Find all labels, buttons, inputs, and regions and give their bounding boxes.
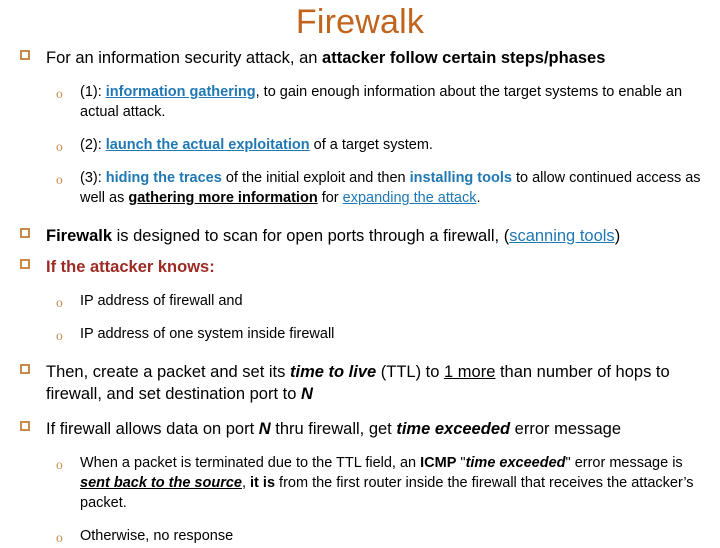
circle-bullet-icon: o (56, 328, 63, 343)
bullet-text: For an information security attack, an (46, 49, 323, 67)
sub-bullet-text: (3): (80, 170, 106, 186)
sub-bullet-text: for (317, 190, 343, 206)
sub-bullet-text: of the initial exploit and then (221, 170, 410, 186)
sub-bullet-text: IP address of firewall and (80, 293, 243, 309)
bullet-text: Then, create a packet and set its (46, 363, 290, 381)
square-bullet-icon (20, 228, 30, 238)
slide-body: For an information security attack, an a… (0, 47, 720, 548)
sub-bullet-item: o (1): information gathering, to gain en… (0, 82, 720, 122)
sub-bullet-item: o IP address of firewall and (0, 291, 720, 311)
square-bullet-icon (20, 259, 30, 269)
sub-bullet-text: " (456, 455, 466, 471)
link-launch-exploitation[interactable]: launch the actual exploitation (106, 137, 310, 153)
link-expanding-the-attack[interactable]: expanding the attack (343, 190, 477, 206)
sub-bullet-text: " error message is (565, 455, 683, 471)
emphasis-icmp: ICMP (420, 455, 457, 471)
emphasis-hiding-traces: hiding the traces (105, 170, 222, 186)
heading-if-attacker-knows: If the attacker knows: (46, 258, 215, 276)
sub-bullet-text: When a packet is terminated due to the T… (80, 455, 421, 471)
slide: Firewalk For an information security att… (0, 0, 720, 545)
sub-bullet-item: o (2): launch the actual exploitation of… (0, 135, 720, 155)
emphasis-time-exceeded: time exceeded (465, 455, 566, 471)
circle-bullet-icon: o (56, 457, 63, 472)
sub-bullet-item: o Otherwise, no response (0, 526, 720, 546)
bullet-text: If firewall allows data on port (46, 420, 259, 438)
bullet-text: (TTL) to (376, 363, 445, 381)
emphasis-installing-tools: installing tools (409, 170, 512, 186)
emphasis-port-n: N (258, 420, 271, 438)
bullet-text: ) (614, 227, 621, 245)
sub-bullet-text: (2): (80, 137, 106, 153)
bullet-text-bold: Firewalk (46, 227, 113, 245)
circle-bullet-icon: o (56, 295, 63, 310)
sub-bullet-text: IP address of one system inside firewall (80, 326, 335, 342)
emphasis-time-exceeded: time exceeded (396, 420, 511, 438)
bullet-item: For an information security attack, an a… (0, 47, 720, 69)
sub-bullet-text: . (476, 190, 481, 206)
square-bullet-icon (20, 421, 30, 431)
link-information-gathering[interactable]: information gathering (106, 84, 256, 100)
square-bullet-icon (20, 364, 30, 374)
sub-bullet-item: o (3): hiding the traces of the initial … (0, 168, 720, 208)
square-bullet-icon (20, 50, 30, 60)
link-scanning-tools[interactable]: scanning tools (509, 227, 615, 245)
sub-bullet-text: (1): (80, 84, 106, 100)
emphasis-sent-back-to-the-source: sent back to the source (80, 475, 242, 491)
sub-bullet-text: , (241, 475, 251, 491)
circle-bullet-icon: o (56, 86, 63, 101)
emphasis-it-is: it is (250, 475, 276, 491)
circle-bullet-icon: o (56, 139, 63, 154)
page-title: Firewalk (295, 3, 425, 41)
bullet-text-bold: attacker follow certain steps/phases (322, 49, 606, 67)
sub-bullet-item: o When a packet is terminated due to the… (0, 453, 720, 513)
sub-bullet-text: of a target system. (309, 137, 433, 153)
bullet-item: Firewalk is designed to scan for open po… (0, 225, 720, 247)
emphasis-gathering-more-information: gathering more information (128, 190, 318, 206)
bullet-item: If the attacker knows: (0, 256, 720, 278)
bullet-item: Then, create a packet and set its time t… (0, 361, 720, 405)
bullet-text: is designed to scan for open ports throu… (112, 227, 510, 245)
bullet-text: error message (510, 420, 622, 438)
bullet-item: If firewall allows data on port N thru f… (0, 418, 720, 440)
emphasis-one-more: 1 more (444, 363, 496, 381)
circle-bullet-icon: o (56, 172, 63, 187)
sub-bullet-item: o IP address of one system inside firewa… (0, 324, 720, 344)
emphasis-time-to-live: time to live (289, 363, 377, 381)
emphasis-port-n: N (300, 385, 313, 403)
bullet-text: thru firewall, get (270, 420, 397, 438)
sub-bullet-text: Otherwise, no response (80, 528, 234, 544)
circle-bullet-icon: o (56, 530, 63, 545)
